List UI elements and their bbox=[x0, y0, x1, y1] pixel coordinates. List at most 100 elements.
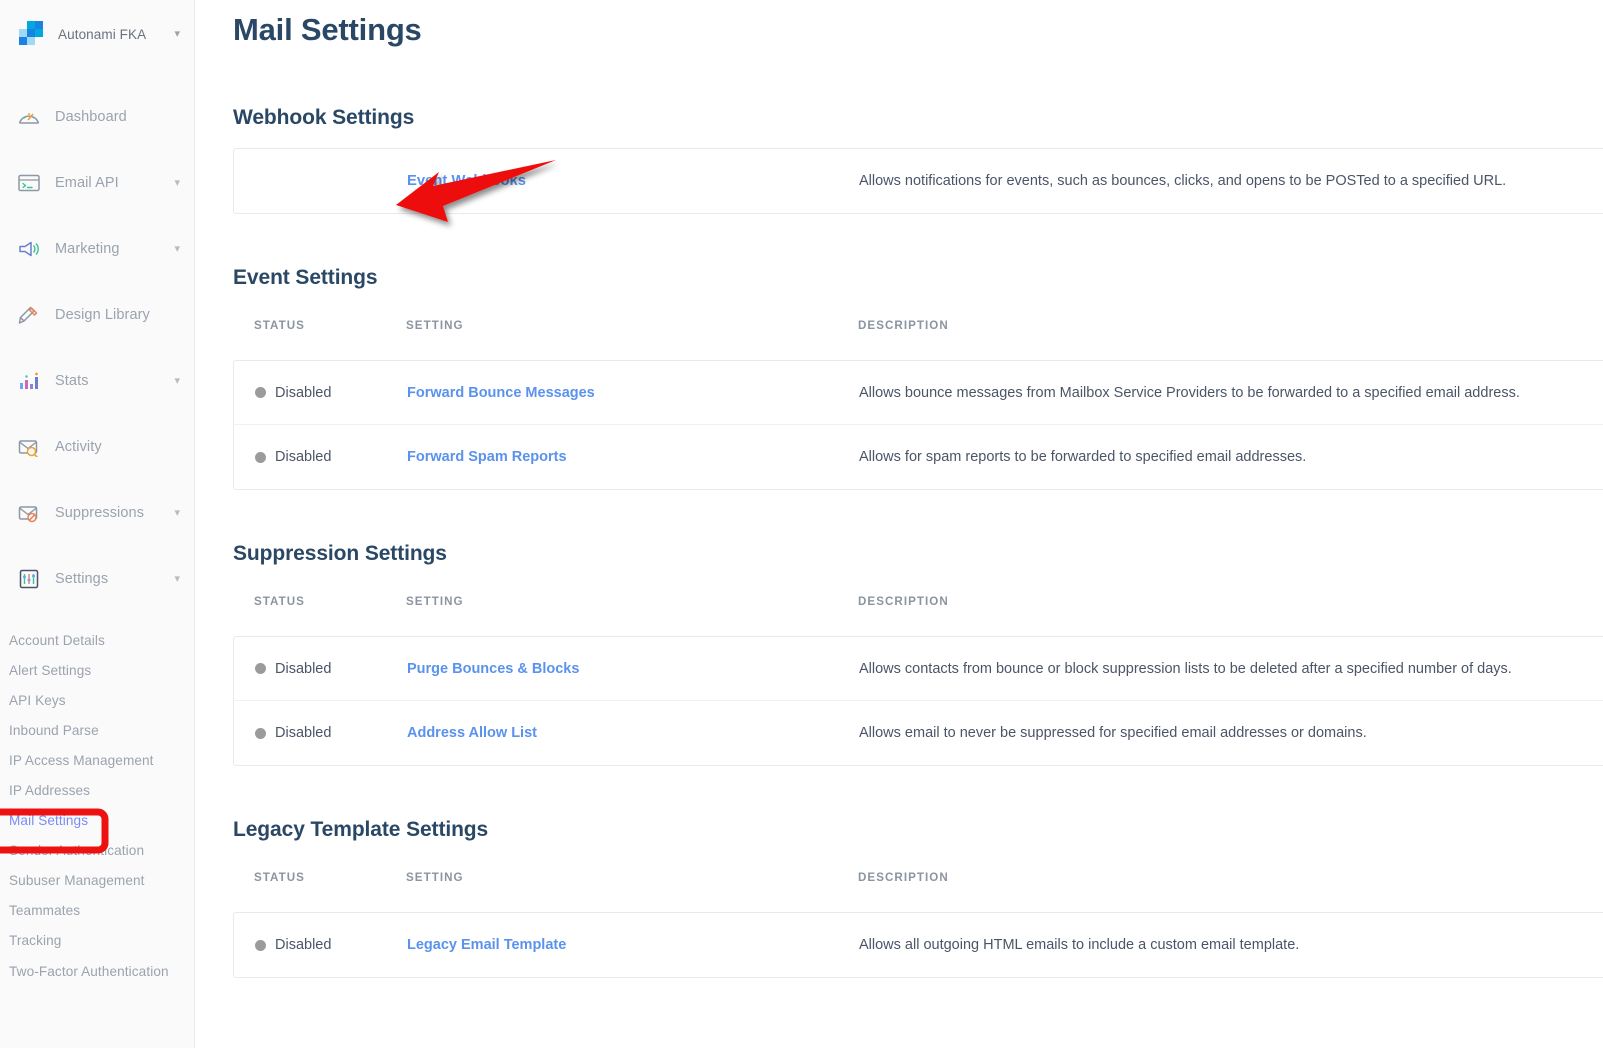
sidebar-item-design-library[interactable]: Design Library bbox=[0, 294, 194, 336]
section-webhook-settings: Webhook Settings Event Webhooks Allows n… bbox=[233, 106, 1603, 214]
sidebar-item-subuser-management[interactable]: Subuser Management bbox=[0, 866, 194, 896]
setting-link-purge-bounces-blocks[interactable]: Purge Bounces & Blocks bbox=[407, 661, 859, 677]
table-header: STATUS SETTING DESCRIPTION bbox=[233, 584, 1603, 618]
section-legacy-template-settings: Legacy Template Settings STATUS SETTING … bbox=[233, 818, 1603, 978]
column-header-status: STATUS bbox=[254, 594, 305, 608]
sidebar-item-two-factor-authentication[interactable]: Two-Factor Authentication bbox=[0, 956, 194, 988]
section-title: Event Settings bbox=[233, 266, 378, 289]
setting-link-legacy-email-template[interactable]: Legacy Email Template bbox=[407, 937, 859, 953]
status-cell: Disabled bbox=[255, 937, 407, 953]
primary-nav: Dashboard Email API ▾ Marketing ▾ Design… bbox=[0, 68, 194, 600]
chevron-down-icon[interactable]: ▾ bbox=[174, 573, 180, 585]
sidebar-item-dashboard[interactable]: Dashboard bbox=[0, 96, 194, 138]
page-title: Mail Settings bbox=[233, 12, 422, 47]
sidebar-item-ip-access-management[interactable]: IP Access Management bbox=[0, 746, 194, 776]
column-header-description: DESCRIPTION bbox=[858, 594, 949, 608]
setting-link-event-webhooks[interactable]: Event Webhooks bbox=[407, 173, 859, 189]
description-cell: Allows all outgoing HTML emails to inclu… bbox=[859, 937, 1300, 953]
column-header-setting: SETTING bbox=[406, 594, 464, 608]
webhook-settings-card: Event Webhooks Allows notifications for … bbox=[233, 148, 1603, 214]
status-dot-icon bbox=[255, 727, 266, 739]
column-header-setting: SETTING bbox=[406, 870, 464, 884]
megaphone-icon bbox=[16, 237, 42, 261]
chevron-down-icon[interactable]: ▾ bbox=[174, 28, 184, 40]
status-label: Disabled bbox=[275, 725, 332, 741]
section-suppression-settings: Suppression Settings STATUS SETTING DESC… bbox=[233, 542, 1603, 766]
column-header-description: DESCRIPTION bbox=[858, 318, 949, 332]
sidebar-label: Email API bbox=[55, 175, 119, 191]
sidebar-item-stats[interactable]: Stats ▾ bbox=[0, 360, 194, 402]
status-dot-icon bbox=[255, 387, 266, 398]
table-row[interactable]: Disabled Legacy Email Template Allows al… bbox=[234, 913, 1603, 977]
status-cell: Disabled bbox=[255, 661, 407, 677]
envelope-block-icon bbox=[16, 501, 42, 525]
sidebar-item-marketing[interactable]: Marketing ▾ bbox=[0, 228, 194, 270]
main-content: Mail Settings Webhook Settings Event Web… bbox=[195, 0, 1603, 1048]
description-cell: Allows bounce messages from Mailbox Serv… bbox=[859, 384, 1520, 401]
sidebar-label: Stats bbox=[55, 373, 89, 389]
sidebar-label: Marketing bbox=[55, 241, 120, 257]
status-label: Disabled bbox=[275, 384, 332, 401]
section-title: Suppression Settings bbox=[233, 542, 447, 565]
sidebar-label: Design Library bbox=[55, 307, 150, 323]
sidebar-item-mail-settings[interactable]: Mail Settings bbox=[0, 806, 194, 836]
description-cell: Allows contacts from bounce or block sup… bbox=[859, 660, 1512, 677]
sidebar-item-tracking[interactable]: Tracking bbox=[0, 926, 194, 956]
legacy-template-settings-card: Disabled Legacy Email Template Allows al… bbox=[233, 912, 1603, 978]
description-cell: Allows notifications for events, such as… bbox=[859, 173, 1507, 189]
table-header: STATUS SETTING DESCRIPTION bbox=[233, 308, 1603, 342]
sidebar-label: Settings bbox=[55, 571, 109, 587]
event-settings-card: Disabled Forward Bounce Messages Allows … bbox=[233, 360, 1603, 490]
brand-account-switcher[interactable]: Autonami FKA ▾ bbox=[0, 0, 194, 68]
description-cell: Allows for spam reports to be forwarded … bbox=[859, 449, 1307, 465]
sidebar-item-alert-settings[interactable]: Alert Settings bbox=[0, 656, 194, 686]
sidebar-label: Activity bbox=[55, 439, 102, 455]
sidebar: Autonami FKA ▾ Dashboard Email API ▾ Mar… bbox=[0, 0, 195, 1048]
sliders-icon bbox=[16, 567, 42, 591]
chevron-down-icon[interactable]: ▾ bbox=[174, 243, 180, 255]
sidebar-item-email-api[interactable]: Email API ▾ bbox=[0, 162, 194, 204]
settings-subnav: Account Details Alert Settings API Keys … bbox=[0, 624, 194, 988]
setting-link-address-allow-list[interactable]: Address Allow List bbox=[407, 725, 859, 741]
table-row[interactable]: Disabled Forward Spam Reports Allows for… bbox=[234, 425, 1603, 489]
table-row[interactable]: Disabled Forward Bounce Messages Allows … bbox=[234, 361, 1603, 425]
table-row[interactable]: Disabled Address Allow List Allows email… bbox=[234, 701, 1603, 765]
section-title: Legacy Template Settings bbox=[233, 818, 489, 841]
sidebar-item-settings[interactable]: Settings ▾ bbox=[0, 558, 194, 600]
column-header-description: DESCRIPTION bbox=[858, 870, 949, 884]
status-dot-icon bbox=[255, 451, 266, 463]
sidebar-item-sender-authentication[interactable]: Sender Authentication bbox=[0, 836, 194, 866]
app-logo-icon bbox=[16, 19, 46, 49]
column-header-setting: SETTING bbox=[406, 318, 464, 332]
suppression-settings-card: Disabled Purge Bounces & Blocks Allows c… bbox=[233, 636, 1603, 766]
terminal-icon bbox=[16, 171, 42, 195]
app-root: Autonami FKA ▾ Dashboard Email API ▾ Mar… bbox=[0, 0, 1603, 1048]
brand-name: Autonami FKA bbox=[58, 26, 147, 42]
status-label: Disabled bbox=[275, 660, 332, 677]
sidebar-label: Suppressions bbox=[55, 505, 145, 521]
status-label: Disabled bbox=[275, 449, 332, 465]
sidebar-item-activity[interactable]: Activity bbox=[0, 426, 194, 468]
bar-chart-icon bbox=[16, 369, 42, 393]
sidebar-item-suppressions[interactable]: Suppressions ▾ bbox=[0, 492, 194, 534]
table-row[interactable]: Event Webhooks Allows notifications for … bbox=[234, 149, 1603, 213]
chevron-down-icon[interactable]: ▾ bbox=[174, 375, 180, 387]
table-header: STATUS SETTING DESCRIPTION bbox=[233, 860, 1603, 894]
sidebar-item-teammates[interactable]: Teammates bbox=[0, 896, 194, 926]
sidebar-label: Dashboard bbox=[55, 109, 127, 125]
envelope-search-icon bbox=[16, 435, 42, 459]
chevron-down-icon[interactable]: ▾ bbox=[174, 507, 180, 519]
table-row[interactable]: Disabled Purge Bounces & Blocks Allows c… bbox=[234, 637, 1603, 701]
sidebar-item-inbound-parse[interactable]: Inbound Parse bbox=[0, 716, 194, 746]
setting-link-forward-spam-reports[interactable]: Forward Spam Reports bbox=[407, 449, 859, 465]
sidebar-item-api-keys[interactable]: API Keys bbox=[0, 686, 194, 716]
chevron-down-icon[interactable]: ▾ bbox=[174, 177, 180, 189]
column-header-status: STATUS bbox=[254, 318, 305, 332]
sidebar-item-ip-addresses[interactable]: IP Addresses bbox=[0, 776, 194, 806]
setting-link-forward-bounce-messages[interactable]: Forward Bounce Messages bbox=[407, 385, 859, 401]
status-cell: Disabled bbox=[255, 725, 407, 741]
status-label: Disabled bbox=[275, 937, 332, 953]
pencil-ruler-icon bbox=[16, 303, 42, 327]
sidebar-item-account-details[interactable]: Account Details bbox=[0, 626, 194, 656]
column-header-status: STATUS bbox=[254, 870, 305, 884]
